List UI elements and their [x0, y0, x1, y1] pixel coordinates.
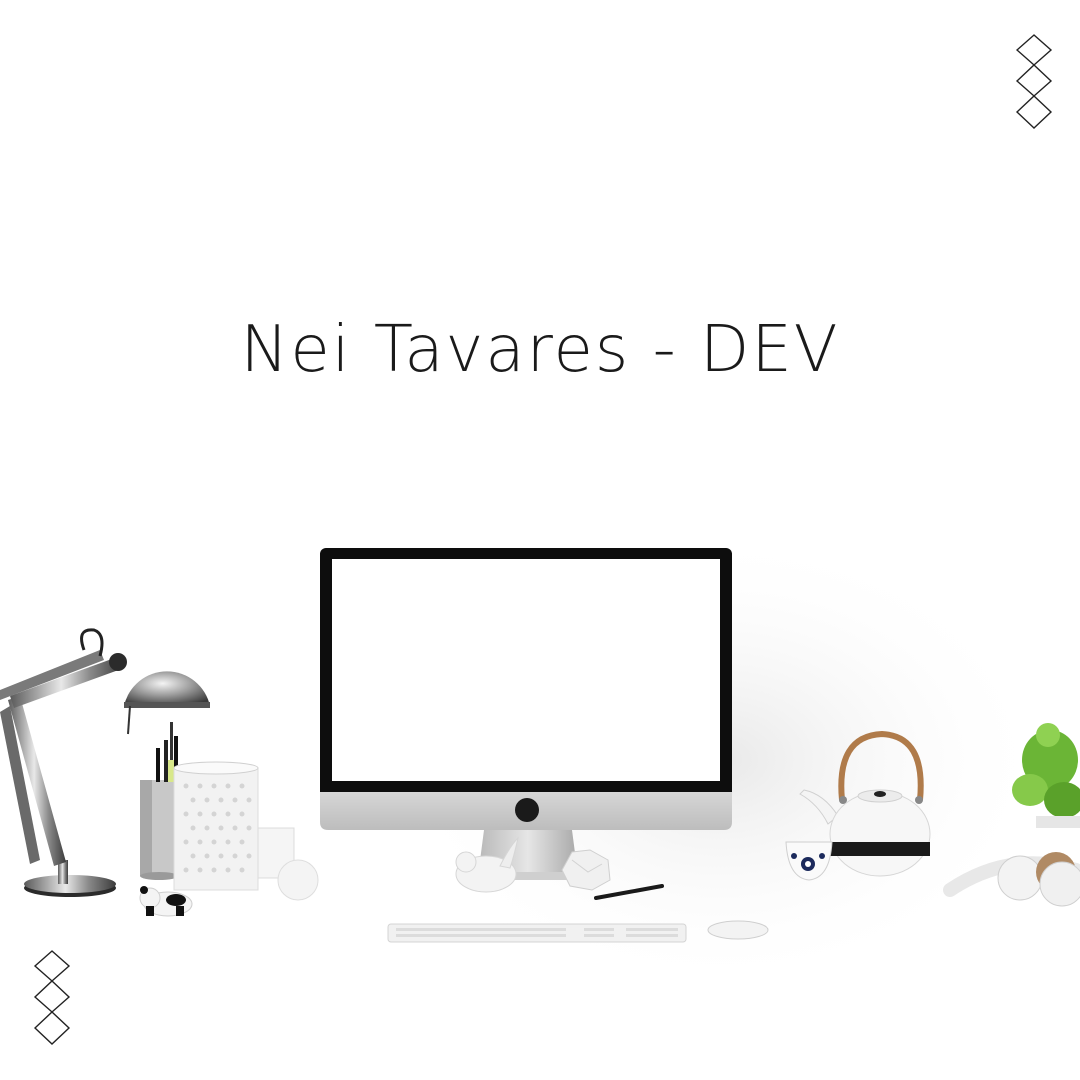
perforated-candle-holder	[173, 761, 319, 901]
desk-scene-illustration	[0, 530, 1080, 990]
mouse	[707, 920, 769, 940]
keyboard	[387, 923, 687, 943]
pencil-cup	[140, 722, 178, 880]
